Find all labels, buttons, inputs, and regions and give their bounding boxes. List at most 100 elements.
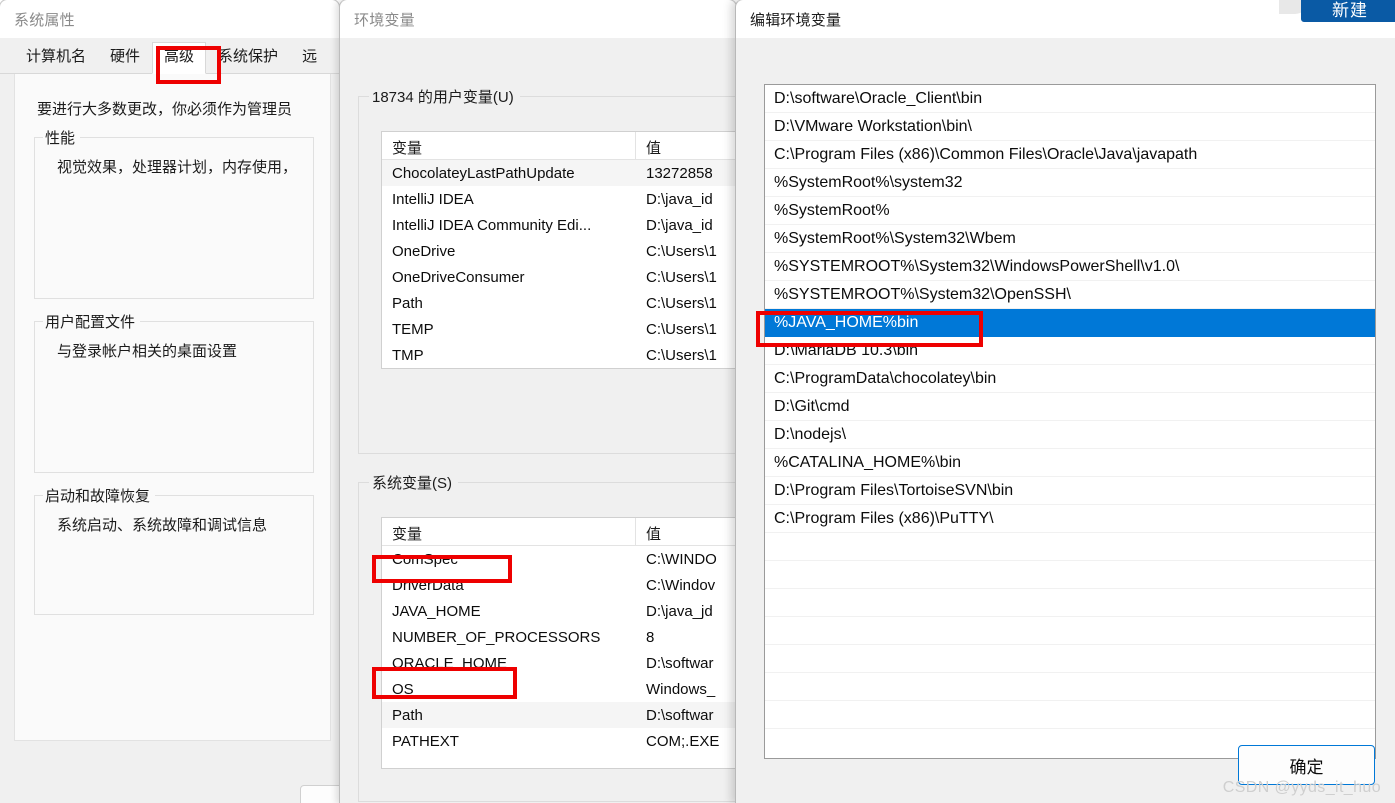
- cell-variable-value: 8: [646, 628, 655, 646]
- cell-variable-name: Path: [392, 706, 423, 724]
- system-variables-table[interactable]: 变量 值 ComSpec C:\WINDO DriverData C:\Wind…: [381, 517, 736, 769]
- cell-variable-name: OneDrive: [392, 242, 456, 260]
- table-row[interactable]: OneDriveConsumer C:\Users\1: [382, 264, 736, 290]
- tab-advanced[interactable]: 高级: [152, 42, 207, 74]
- table-row[interactable]: TEMP C:\Users\1: [382, 316, 736, 342]
- screen: 系统属性 计算机名 硬件 高级 系统保护 远 要进行大多数更改，你必须作为管理员…: [0, 0, 1395, 803]
- startup-recovery-description: 系统启动、系统故障和调试信息: [57, 517, 268, 534]
- environment-variables-title: 环境变量: [354, 11, 415, 29]
- system-variables-group-label: 系统变量(S): [369, 472, 458, 493]
- user-col-value: 值: [646, 139, 662, 157]
- tab-remote[interactable]: 远: [290, 42, 329, 74]
- system-properties-title: 系统属性: [14, 11, 75, 29]
- list-item[interactable]: C:\Program Files (x86)\PuTTY\: [765, 505, 1375, 533]
- table-row[interactable]: TMP C:\Users\1: [382, 342, 736, 368]
- list-item[interactable]: D:\Git\cmd: [765, 393, 1375, 421]
- cell-variable-name: IntelliJ IDEA: [392, 190, 474, 208]
- advanced-intro-text: 要进行大多数更改，你必须作为管理员: [37, 101, 293, 118]
- list-item-empty[interactable]: [765, 533, 1375, 561]
- user-variables-group: 18734 的用户变量(U) 变量 值 ChocolateyLastPathUp…: [358, 86, 736, 454]
- table-row[interactable]: OS Windows_: [382, 676, 736, 702]
- csdn-watermark: CSDN @yyds_it_huo: [1222, 779, 1381, 796]
- list-item-empty[interactable]: [765, 589, 1375, 617]
- system-col-variable: 变量: [382, 518, 636, 545]
- system-variables-table-header: 变量 值: [382, 518, 736, 546]
- list-item[interactable]: D:\nodejs\: [765, 421, 1375, 449]
- list-item-empty[interactable]: [765, 673, 1375, 701]
- cell-variable-value: C:\Users\1: [646, 268, 717, 286]
- cell-variable-name: TEMP: [392, 320, 434, 338]
- table-row[interactable]: ORACLE_HOME D:\softwar: [382, 650, 736, 676]
- cell-variable-value: Windows_: [646, 680, 716, 698]
- list-item[interactable]: %SYSTEMROOT%\System32\OpenSSH\: [765, 281, 1375, 309]
- table-row[interactable]: OneDrive C:\Users\1: [382, 238, 736, 264]
- performance-group: 性能 视觉效果，处理器计划，内存使用，: [34, 127, 314, 299]
- cell-variable-name: ORACLE_HOME: [392, 654, 508, 672]
- system-properties-body: 计算机名 硬件 高级 系统保护 远 要进行大多数更改，你必须作为管理员 性能 视…: [0, 38, 339, 803]
- table-row-path[interactable]: Path D:\softwar: [382, 702, 736, 728]
- user-profiles-group-label: 用户配置文件: [43, 311, 141, 332]
- tab-computer-name[interactable]: 计算机名: [14, 42, 98, 74]
- cell-variable-value: C:\WINDO: [646, 550, 717, 568]
- system-col-value: 值: [646, 525, 662, 543]
- list-item[interactable]: D:\VMware Workstation\bin\: [765, 113, 1375, 141]
- cell-variable-value: C:\Users\1: [646, 320, 717, 338]
- user-variables-table[interactable]: 变量 值 ChocolateyLastPathUpdate 13272858 I…: [381, 131, 736, 369]
- cell-variable-value: C:\Users\1: [646, 294, 717, 312]
- cell-variable-value: COM;.EXE: [646, 732, 720, 750]
- list-item[interactable]: D:\software\Oracle_Client\bin: [765, 85, 1375, 113]
- path-entries-list[interactable]: D:\software\Oracle_Client\bin D:\VMware …: [764, 84, 1376, 759]
- tab-hardware[interactable]: 硬件: [98, 42, 152, 74]
- list-item-selected[interactable]: %JAVA_HOME%bin: [765, 309, 1375, 337]
- dialog-button-partial[interactable]: [300, 785, 339, 803]
- list-item-empty[interactable]: [765, 645, 1375, 673]
- list-item[interactable]: %SystemRoot%\system32: [765, 169, 1375, 197]
- list-item[interactable]: C:\ProgramData\chocolatey\bin: [765, 365, 1375, 393]
- table-row[interactable]: Path C:\Users\1: [382, 290, 736, 316]
- cell-variable-value: D:\java_jd: [646, 602, 713, 620]
- cell-variable-value: D:\softwar: [646, 706, 714, 724]
- new-button[interactable]: 新建: [1301, 0, 1395, 22]
- cell-variable-name: IntelliJ IDEA Community Edi...: [392, 216, 592, 234]
- system-properties-tabstrip: 计算机名 硬件 高级 系统保护 远: [0, 38, 339, 74]
- cell-variable-name: ComSpec: [392, 550, 458, 568]
- list-item-empty[interactable]: [765, 617, 1375, 645]
- table-row-java-home[interactable]: JAVA_HOME D:\java_jd: [382, 598, 736, 624]
- advanced-tab-pane: 要进行大多数更改，你必须作为管理员 性能 视觉效果，处理器计划，内存使用， 用户…: [14, 74, 331, 741]
- table-row[interactable]: DriverData C:\Windov: [382, 572, 736, 598]
- startup-recovery-group-label: 启动和故障恢复: [43, 485, 156, 506]
- list-item-empty[interactable]: [765, 561, 1375, 589]
- table-row[interactable]: ComSpec C:\WINDO: [382, 546, 736, 572]
- table-row[interactable]: ChocolateyLastPathUpdate 13272858: [382, 160, 736, 186]
- cell-variable-name: OS: [392, 680, 414, 698]
- list-item[interactable]: D:\MariaDB 10.3\bin: [765, 337, 1375, 365]
- environment-variables-window: 环境变量 18734 的用户变量(U) 变量 值 ChocolateyLastP…: [339, 0, 737, 803]
- cell-variable-value: C:\Windov: [646, 576, 716, 594]
- environment-variables-body: 18734 的用户变量(U) 变量 值 ChocolateyLastPathUp…: [340, 38, 736, 803]
- list-item[interactable]: %SystemRoot%: [765, 197, 1375, 225]
- cell-variable-value: D:\java_id: [646, 216, 713, 234]
- system-properties-titlebar: 系统属性: [0, 0, 339, 38]
- list-item[interactable]: %SystemRoot%\System32\Wbem: [765, 225, 1375, 253]
- environment-variables-titlebar: 环境变量: [340, 0, 736, 38]
- cell-variable-name: Path: [392, 294, 423, 312]
- list-item-empty[interactable]: [765, 701, 1375, 729]
- table-row[interactable]: PATHEXT COM;.EXE: [382, 728, 736, 754]
- list-item[interactable]: %SYSTEMROOT%\System32\WindowsPowerShell\…: [765, 253, 1375, 281]
- table-row[interactable]: IntelliJ IDEA D:\java_id: [382, 186, 736, 212]
- user-variables-table-header: 变量 值: [382, 132, 736, 160]
- table-row[interactable]: IntelliJ IDEA Community Edi... D:\java_i…: [382, 212, 736, 238]
- cell-variable-value: D:\softwar: [646, 654, 714, 672]
- cell-variable-name: JAVA_HOME: [392, 602, 481, 620]
- user-profiles-group: 用户配置文件 与登录帐户相关的桌面设置: [34, 311, 314, 473]
- table-row[interactable]: NUMBER_OF_PROCESSORS 8: [382, 624, 736, 650]
- edit-env-title: 编辑环境变量: [750, 11, 842, 29]
- cell-variable-value: C:\Users\1: [646, 346, 717, 364]
- list-item[interactable]: C:\Program Files (x86)\Common Files\Orac…: [765, 141, 1375, 169]
- cell-variable-name: NUMBER_OF_PROCESSORS: [392, 628, 601, 646]
- list-item[interactable]: %CATALINA_HOME%\bin: [765, 449, 1375, 477]
- performance-group-label: 性能: [43, 127, 81, 148]
- cell-variable-name: PATHEXT: [392, 732, 459, 750]
- tab-system-protection[interactable]: 系统保护: [206, 42, 290, 74]
- list-item[interactable]: D:\Program Files\TortoiseSVN\bin: [765, 477, 1375, 505]
